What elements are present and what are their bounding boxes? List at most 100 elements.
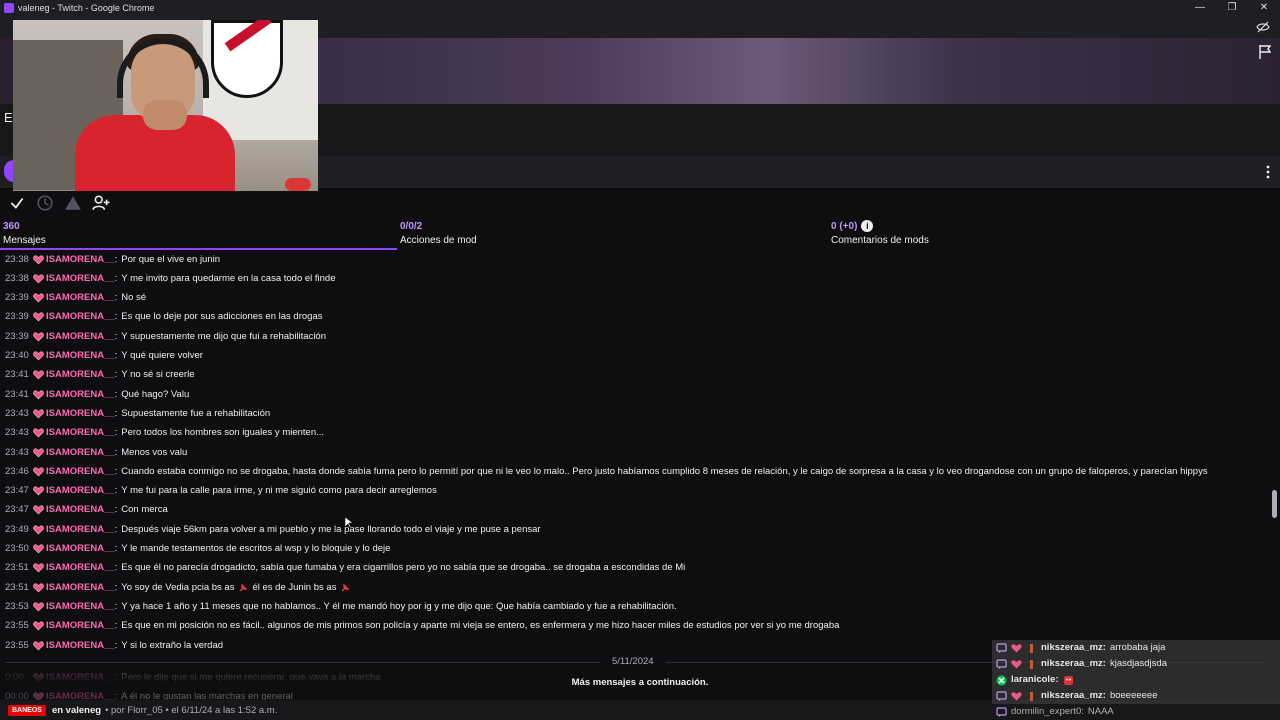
heart-badge-icon: [33, 467, 44, 477]
message-username[interactable]: ISAMORENA__: [46, 560, 115, 576]
tab-label: Mensajes: [3, 235, 46, 246]
chat-message[interactable]: 23:51 ISAMORENA__: Es que él no parecía dr…: [5, 559, 685, 578]
message-text: Menos vos valu: [121, 446, 188, 458]
chat-message[interactable]: 23:43 ISAMORENA__: Supuestamente fue a reh…: [5, 404, 270, 423]
message-timestamp: 23:53: [5, 600, 29, 612]
message-text: Por que el vive en junin: [121, 253, 221, 265]
chat-message[interactable]: 23:38 ISAMORENA__: Por que el vive en juni…: [5, 252, 220, 269]
heart-badge-icon: [33, 563, 44, 573]
message-username[interactable]: ISAMORENA__: [46, 348, 115, 364]
message-username[interactable]: ISAMORENA__: [46, 464, 115, 480]
restore-button[interactable]: ❐: [1216, 0, 1248, 16]
message-colon: :: [114, 523, 118, 535]
heart-badge-icon: [33, 254, 44, 264]
warning-icon[interactable]: [64, 194, 82, 212]
message-username[interactable]: ISAMORENA__: [46, 522, 115, 538]
message-text: Y ya hace 1 año y 11 meses que no hablam…: [121, 600, 677, 612]
close-button[interactable]: ✕: [1248, 0, 1280, 16]
message-username[interactable]: ISAMORENA__: [46, 425, 115, 441]
scrollbar[interactable]: [1271, 252, 1277, 700]
tab-acciones-de-mod[interactable]: 0/0/2 Acciones de mod: [400, 220, 477, 250]
message-text: Y qué quiere volver: [121, 350, 203, 361]
message-username[interactable]: ISAMORENA__: [46, 599, 115, 615]
message-colon: :: [114, 562, 118, 574]
add-user-icon[interactable]: [92, 194, 110, 212]
overlay-chat-line: laranicole:: [992, 672, 1280, 688]
channel-name-partial: E: [4, 110, 13, 125]
ban-channel[interactable]: en valeneg: [52, 705, 101, 716]
tab-mensajes[interactable]: 360 Mensajes: [3, 220, 46, 250]
chat-message[interactable]: 23:39 ISAMORENA__: Es que lo deje por sus …: [5, 308, 322, 327]
chat-message[interactable]: 23:40 ISAMORENA__: Y qué quiere volver: [5, 347, 203, 366]
chat-bubble-icon: [996, 706, 1007, 717]
chat-message[interactable]: 23:43 ISAMORENA__: Pero todos los hombres …: [5, 424, 324, 443]
overlay-chat-line: nikszeraa_mz: arrobaba jaja: [992, 640, 1280, 656]
message-username[interactable]: ISAMORENA__: [46, 290, 115, 306]
clock-icon[interactable]: [36, 194, 54, 212]
message-timestamp: 23:38: [5, 253, 29, 265]
window-title: valeneg - Twitch - Google Chrome: [18, 3, 155, 13]
chat-message[interactable]: 23:41 ISAMORENA__: Y no sé si creerle: [5, 366, 195, 385]
message-username[interactable]: ISAMORENA__: [46, 406, 115, 422]
chat-message[interactable]: 23:55 ISAMORENA__: Es que en mi posición n…: [5, 617, 839, 636]
overlay-message: NAAA: [1087, 706, 1114, 717]
chat-message[interactable]: 23:39 ISAMORENA__: Y supuestamente me dijo…: [5, 327, 326, 346]
info-icon[interactable]: i: [861, 220, 874, 233]
message-colon: :: [114, 620, 118, 632]
message-timestamp: 23:46: [5, 465, 29, 477]
heart-badge-icon: [33, 505, 44, 515]
overlay-chat-line: nikszeraa_mz: kjasdjasdjsda: [992, 656, 1280, 672]
message-username[interactable]: ISAMORENA__: [46, 502, 115, 518]
message-colon: :: [114, 485, 118, 497]
chat-message[interactable]: 23:41 ISAMORENA__: Qué hago? Valu: [5, 385, 189, 404]
message-timestamp: 23:43: [5, 427, 29, 439]
verified-badge-icon: [996, 675, 1007, 685]
message-username[interactable]: ISAMORENA__: [46, 580, 115, 596]
heart-badge-icon: [1011, 643, 1022, 652]
message-timestamp: 23:43: [5, 446, 29, 458]
minimize-button[interactable]: —: [1184, 0, 1216, 16]
message-list[interactable]: 23:38 ISAMORENA__: Por que el vive en juni…: [0, 252, 1270, 700]
check-icon[interactable]: [8, 194, 26, 212]
chat-message[interactable]: 23:55 ISAMORENA__: Y si lo extraño la verd…: [5, 636, 223, 655]
message-text: Y me invito para quedarme en la casa tod…: [121, 272, 336, 284]
chat-message[interactable]: 23:51 ISAMORENA__: Yo soy de Vedia pcia bs…: [5, 578, 354, 597]
message-username[interactable]: ISAMORENA__: [46, 638, 115, 654]
message-username[interactable]: ISAMORENA__: [46, 252, 115, 268]
chat-message[interactable]: 23:43 ISAMORENA__: Menos vos valu: [5, 443, 187, 462]
scrollbar-thumb[interactable]: [1272, 490, 1277, 518]
message-username[interactable]: ISAMORENA__: [46, 483, 115, 499]
tab-comentarios-de-mods[interactable]: 0 (+0) i Comentarios de mods: [831, 220, 929, 250]
message-username[interactable]: ISAMORENA__: [46, 541, 115, 557]
chat-message[interactable]: 23:47 ISAMORENA__: Y me fui para la calle …: [5, 482, 437, 501]
chat-message[interactable]: 23:50 ISAMORENA__: Y le mande testamentos …: [5, 540, 390, 559]
eye-off-icon[interactable]: [1256, 20, 1270, 34]
message-username[interactable]: ISAMORENA__: [46, 445, 115, 461]
message-username[interactable]: ISAMORENA__: [46, 618, 115, 634]
message-timestamp: 23:51: [5, 581, 29, 593]
message-text: Y le mande testamentos de escritos al ws…: [121, 543, 391, 554]
message-username[interactable]: ISAMORENA__: [46, 309, 115, 325]
message-username[interactable]: ISAMORENA__: [46, 271, 115, 287]
message-colon: :: [114, 369, 118, 381]
report-flag-icon[interactable]: [1258, 44, 1272, 60]
message-username[interactable]: ISAMORENA__: [46, 329, 115, 345]
chat-message[interactable]: 23:49 ISAMORENA__: Después viaje 56km para…: [5, 520, 541, 539]
message-username[interactable]: ISAMORENA__: [46, 367, 115, 383]
heart-badge-icon: [33, 409, 44, 419]
chat-message[interactable]: 23:53 ISAMORENA__: Y ya hace 1 año y 11 me…: [5, 597, 677, 616]
chat-bubble-icon: [996, 658, 1007, 669]
chat-message[interactable]: 23:47 ISAMORENA__: Con merca: [5, 501, 168, 520]
message-timestamp: 23:55: [5, 620, 29, 632]
overlay-message: kjasdjasdjsda: [1109, 658, 1167, 669]
overlay-message: arrobaba jaja: [1109, 642, 1166, 653]
more-options-icon[interactable]: [1264, 164, 1272, 180]
message-colon: :: [114, 253, 118, 265]
emote-icon: [1063, 675, 1073, 685]
message-timestamp: 23:47: [5, 485, 29, 497]
chat-message[interactable]: 23:46 ISAMORENA__: Cuando estaba conmigo n…: [5, 462, 1208, 481]
chat-message[interactable]: 23:39 ISAMORENA__: No sé: [5, 289, 146, 308]
message-text: Y me fui para la calle para irme, y ni m…: [121, 485, 437, 497]
message-username[interactable]: ISAMORENA__: [46, 387, 115, 403]
chat-message[interactable]: 23:38 ISAMORENA__: Y me invito para quedar…: [5, 269, 336, 288]
